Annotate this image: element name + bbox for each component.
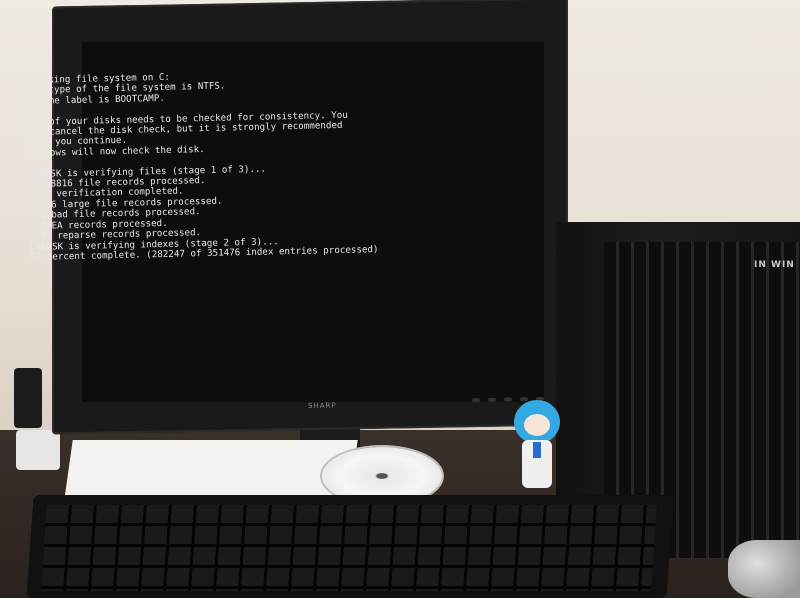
figurine-tie: [533, 442, 541, 458]
chkdsk-output: Checking file system on C: The type of t…: [26, 66, 460, 263]
keyboard: [26, 495, 674, 598]
figurine-face: [524, 414, 550, 436]
power-strip: [16, 430, 60, 470]
screen-line: Volume label is BOOTCAMP.: [26, 92, 165, 107]
power-adapter: [14, 368, 42, 428]
monitor-brand-logo: SHARP: [308, 401, 337, 411]
monitor-button: [488, 397, 496, 402]
monitor-button: [472, 398, 480, 403]
pc-case-logo: IN WIN: [754, 260, 795, 270]
keyboard-keys: [40, 505, 657, 591]
anime-figurine: [500, 398, 570, 498]
mouse: [728, 540, 800, 598]
